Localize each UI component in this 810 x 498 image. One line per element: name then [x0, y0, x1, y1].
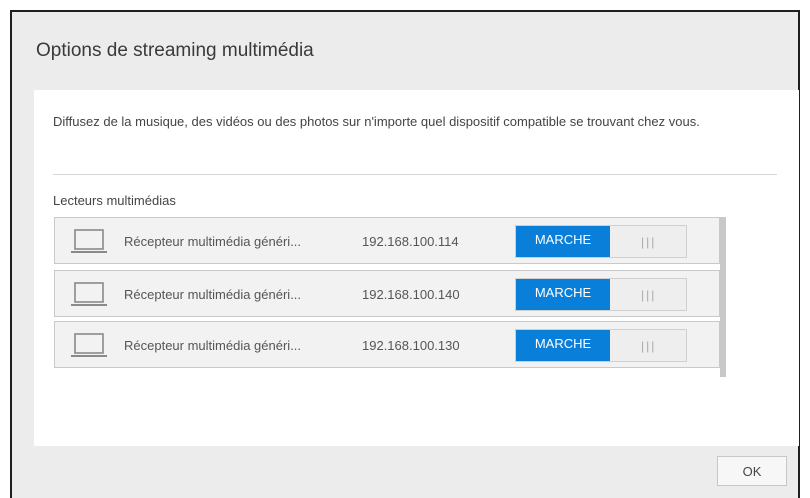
laptop-icon — [70, 229, 108, 255]
toggle-on-label: MARCHE — [516, 279, 610, 310]
laptop-icon — [70, 282, 108, 308]
toggle-on-label: MARCHE — [516, 226, 610, 257]
toggle-grip-icon: ||| — [641, 235, 657, 249]
dialog-title: Options de streaming multimédia — [36, 40, 314, 61]
toggle-on-label: MARCHE — [516, 330, 610, 361]
description-text: Diffusez de la musique, des vidéos ou de… — [53, 114, 700, 129]
ok-button[interactable]: OK — [717, 456, 787, 486]
media-player-list[interactable]: Récepteur multimédia généri... 192.168.1… — [54, 217, 726, 377]
player-ip: 192.168.100.114 — [362, 234, 459, 249]
laptop-icon — [70, 333, 108, 359]
streaming-toggle[interactable]: MARCHE ||| — [515, 329, 687, 362]
player-ip: 192.168.100.140 — [362, 287, 460, 302]
media-player-row: Récepteur multimédia généri... 192.168.1… — [54, 321, 720, 368]
toggle-grip-icon: ||| — [641, 288, 657, 302]
media-player-row: Récepteur multimédia généri... 192.168.1… — [54, 270, 720, 317]
separator — [53, 174, 777, 175]
toggle-grip-icon: ||| — [641, 339, 657, 353]
player-ip: 192.168.100.130 — [362, 338, 460, 353]
player-name: Récepteur multimédia généri... — [124, 234, 302, 249]
media-player-row: Récepteur multimédia généri... 192.168.1… — [54, 217, 720, 264]
streaming-options-dialog: Options de streaming multimédia Diffusez… — [10, 10, 800, 498]
dialog-content: Diffusez de la musique, des vidéos ou de… — [34, 90, 799, 446]
streaming-toggle[interactable]: MARCHE ||| — [515, 278, 687, 311]
player-name: Récepteur multimédia généri... — [124, 287, 302, 302]
streaming-toggle[interactable]: MARCHE ||| — [515, 225, 687, 258]
media-players-label: Lecteurs multimédias — [53, 193, 176, 208]
player-name: Récepteur multimédia généri... — [124, 338, 302, 353]
